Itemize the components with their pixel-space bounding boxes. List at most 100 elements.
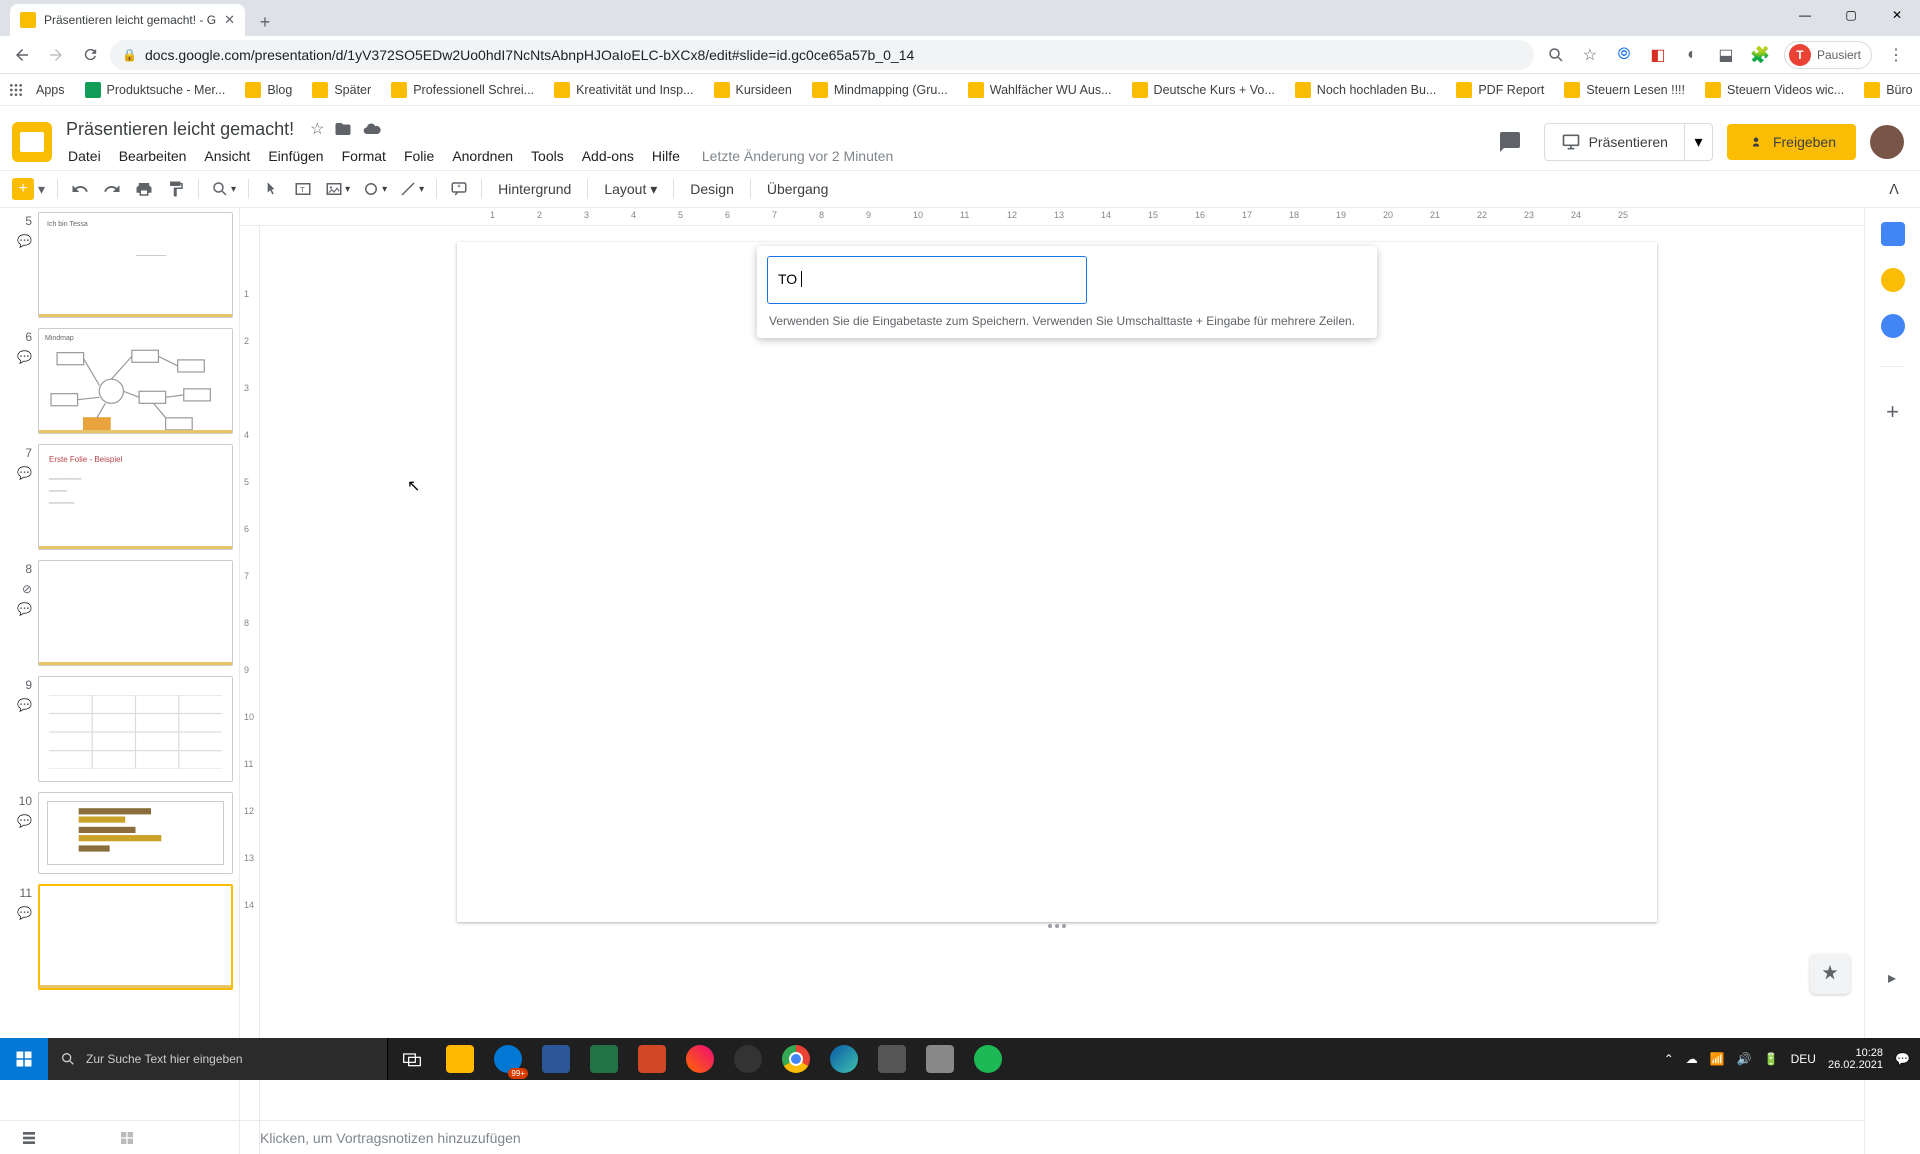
file-explorer-icon[interactable]	[436, 1038, 484, 1080]
menu-ansicht[interactable]: Ansicht	[196, 144, 258, 168]
layout-button[interactable]: Layout ▾	[596, 181, 665, 198]
slide-thumb-10[interactable]: 10💬	[4, 792, 233, 874]
slide-filmstrip[interactable]: 5💬 Ich bin Tessa 6💬 Mindmap 7💬 Erste Fol…	[0, 208, 240, 1154]
wifi-icon[interactable]: 📶	[1710, 1052, 1725, 1066]
grid-view-button[interactable]	[118, 1129, 136, 1147]
menu-datei[interactable]: Datei	[60, 144, 109, 168]
design-button[interactable]: Design	[682, 181, 742, 197]
bookmark-blog[interactable]: Blog	[237, 78, 300, 102]
shape-tool[interactable]: ▾	[358, 175, 391, 203]
app-icon-3[interactable]	[916, 1038, 964, 1080]
chrome-icon[interactable]	[772, 1038, 820, 1080]
extension-icon-2[interactable]: ⬓	[1716, 45, 1736, 65]
zoom-button[interactable]: ▾	[207, 175, 240, 203]
present-button[interactable]: Präsentieren	[1545, 124, 1684, 160]
menu-folie[interactable]: Folie	[396, 144, 442, 168]
bookmark-kursideen[interactable]: Kursideen	[706, 78, 800, 102]
move-doc-icon[interactable]	[334, 120, 352, 138]
minimize-button[interactable]: —	[1782, 0, 1828, 30]
profile-chip[interactable]: T Pausiert	[1784, 41, 1872, 69]
menu-addons[interactable]: Add-ons	[574, 144, 642, 168]
notifications-icon[interactable]: 💬	[1895, 1052, 1910, 1066]
print-button[interactable]	[130, 175, 158, 203]
account-avatar[interactable]	[1870, 125, 1904, 159]
menu-hilfe[interactable]: Hilfe	[644, 144, 688, 168]
menu-format[interactable]: Format	[334, 144, 394, 168]
calendar-icon[interactable]	[1881, 222, 1905, 246]
menu-anordnen[interactable]: Anordnen	[444, 144, 521, 168]
comment-input[interactable]: TO	[767, 256, 1087, 304]
language-indicator[interactable]: DEU	[1791, 1052, 1816, 1066]
undo-button[interactable]	[66, 175, 94, 203]
tray-chevron-icon[interactable]: ⌃	[1664, 1052, 1674, 1066]
close-tab-icon[interactable]: ✕	[224, 12, 235, 28]
extensions-puzzle-icon[interactable]: 🧩	[1750, 45, 1770, 65]
edge-new-icon[interactable]	[820, 1038, 868, 1080]
expand-side-panel[interactable]: ▸	[1876, 962, 1908, 994]
new-slide-button[interactable]: + ▾	[12, 178, 49, 200]
extension-icon-1[interactable]: ◐	[1682, 45, 1702, 65]
browser-tab[interactable]: Präsentieren leicht gemacht! - G ✕	[10, 4, 245, 36]
bookmark-buero[interactable]: Büro	[1856, 78, 1920, 102]
close-window-button[interactable]: ✕	[1874, 0, 1920, 30]
reload-button[interactable]	[76, 41, 104, 69]
slide-canvas[interactable]: TO Verwenden Sie die Eingabetaste zum Sp…	[457, 242, 1657, 922]
powerpoint-icon[interactable]	[628, 1038, 676, 1080]
speaker-notes[interactable]: Klicken, um Vortragsnotizen hinzuzufügen	[240, 1120, 1864, 1154]
bookmark-noch-hochladen[interactable]: Noch hochladen Bu...	[1287, 78, 1445, 102]
word-icon[interactable]	[532, 1038, 580, 1080]
slides-logo[interactable]	[12, 122, 52, 162]
share-button[interactable]: Freigeben	[1727, 124, 1856, 160]
bookmark-wahlfaecher[interactable]: Wahlfächer WU Aus...	[960, 78, 1120, 102]
bookmark-kreativitaet[interactable]: Kreativität und Insp...	[546, 78, 701, 102]
paint-format-button[interactable]	[162, 175, 190, 203]
maximize-button[interactable]: ▢	[1828, 0, 1874, 30]
blocker-icon[interactable]: ◧	[1648, 45, 1668, 65]
chrome-menu-icon[interactable]: ⋮	[1886, 45, 1906, 65]
tasks-icon[interactable]	[1881, 314, 1905, 338]
line-tool[interactable]: ▾	[395, 175, 428, 203]
explore-button[interactable]	[1810, 954, 1850, 994]
bookmark-mindmapping[interactable]: Mindmapping (Gru...	[804, 78, 956, 102]
back-button[interactable]	[8, 41, 36, 69]
add-addon-button[interactable]: +	[1886, 399, 1899, 425]
last-edit-text[interactable]: Letzte Änderung vor 2 Minuten	[702, 148, 893, 164]
forward-button[interactable]	[42, 41, 70, 69]
redo-button[interactable]	[98, 175, 126, 203]
menu-tools[interactable]: Tools	[523, 144, 572, 168]
cloud-status-icon[interactable]	[362, 119, 382, 139]
new-tab-button[interactable]: +	[251, 8, 279, 36]
transition-button[interactable]: Übergang	[759, 181, 837, 197]
bookmark-steuern-videos[interactable]: Steuern Videos wic...	[1697, 78, 1852, 102]
address-bar[interactable]: 🔒 docs.google.com/presentation/d/1yV372S…	[110, 40, 1534, 70]
slide-thumb-5[interactable]: 5💬 Ich bin Tessa	[4, 212, 233, 318]
slide-thumb-9[interactable]: 9💬	[4, 676, 233, 782]
volume-icon[interactable]: 🔊	[1737, 1052, 1752, 1066]
image-tool[interactable]: ▾	[321, 175, 354, 203]
bookmark-professionell[interactable]: Professionell Schrei...	[383, 78, 542, 102]
collapse-toolbar-button[interactable]: ᐱ	[1880, 175, 1908, 203]
spotify-icon[interactable]	[964, 1038, 1012, 1080]
battery-icon[interactable]: 🔋	[1764, 1052, 1779, 1066]
comment-tool[interactable]	[445, 175, 473, 203]
bookmark-deutsche-kurs[interactable]: Deutsche Kurs + Vo...	[1124, 78, 1283, 102]
bookmark-steuern-lesen[interactable]: Steuern Lesen !!!!	[1556, 78, 1693, 102]
zoom-icon[interactable]	[1546, 45, 1566, 65]
clock[interactable]: 10:28 26.02.2021	[1828, 1047, 1883, 1071]
bookmark-pdf-report[interactable]: PDF Report	[1448, 78, 1552, 102]
star-icon[interactable]: ☆	[1580, 45, 1600, 65]
slide-thumb-6[interactable]: 6💬 Mindmap	[4, 328, 233, 434]
taskbar-search[interactable]: Zur Suche Text hier eingeben	[48, 1038, 388, 1080]
edge-icon[interactable]: 99+	[484, 1038, 532, 1080]
start-button[interactable]	[0, 1038, 48, 1080]
reader-icon[interactable]: ⦾	[1614, 45, 1634, 65]
bookmark-produktsuche[interactable]: Produktsuche - Mer...	[77, 78, 234, 102]
menu-einfuegen[interactable]: Einfügen	[260, 144, 331, 168]
comments-button[interactable]	[1490, 122, 1530, 162]
onedrive-icon[interactable]: ☁	[1686, 1052, 1698, 1066]
slide-thumb-8[interactable]: 8⊘💬	[4, 560, 233, 666]
apps-button[interactable]	[8, 79, 24, 101]
obs-icon[interactable]	[724, 1038, 772, 1080]
slide-thumb-7[interactable]: 7💬 Erste Folie - Beispiel━━━━━━━━━━━━━━━…	[4, 444, 233, 550]
filmstrip-view-button[interactable]	[20, 1129, 38, 1147]
